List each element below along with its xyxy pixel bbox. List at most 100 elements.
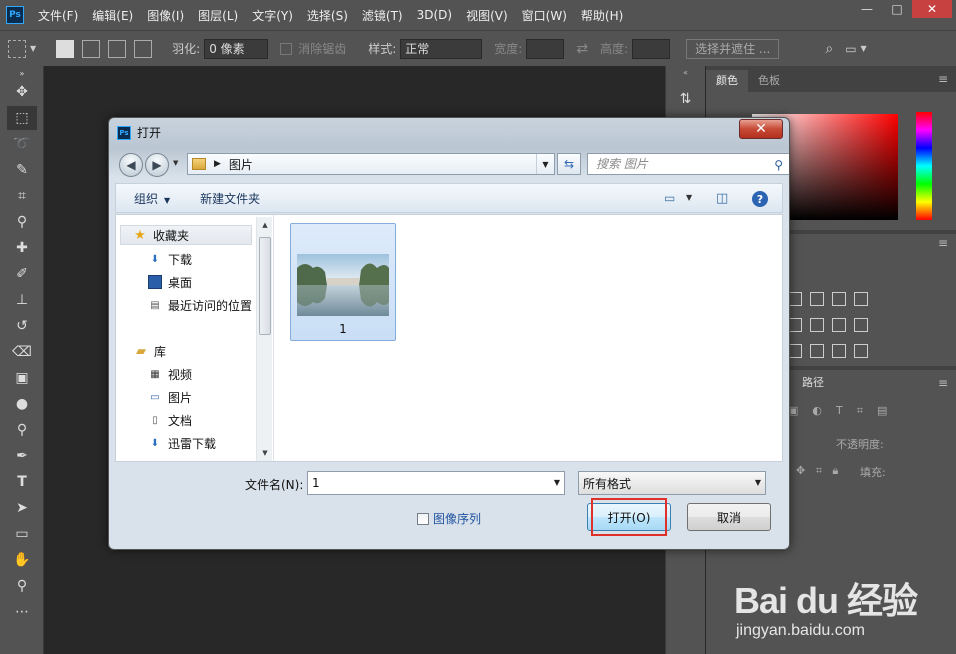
eyedropper-tool-icon[interactable]: ⚲ <box>7 210 37 234</box>
adjustment-icon[interactable] <box>810 292 824 306</box>
menu-layer[interactable]: 图层(L) <box>198 7 238 24</box>
menu-image[interactable]: 图像(I) <box>147 7 184 24</box>
dialog-close-button[interactable]: ✕ <box>739 119 783 139</box>
nav-desktop[interactable]: 桌面 <box>148 272 192 292</box>
subtract-selection-icon[interactable] <box>108 39 127 58</box>
organize-button[interactable]: 组织 ▼ <box>134 190 170 207</box>
address-bar[interactable]: ▶ 图片 ▼ <box>187 153 555 175</box>
smart-filter-icon[interactable]: ▤ <box>877 404 887 417</box>
hue-slider[interactable] <box>916 112 932 220</box>
search-icon[interactable]: ⌕ <box>825 41 833 57</box>
view-chevron-icon[interactable]: ▼ <box>686 193 692 202</box>
panel-menu-icon[interactable]: ≡ <box>938 376 948 390</box>
new-folder-button[interactable]: 新建文件夹 <box>200 190 260 207</box>
history-brush-tool-icon[interactable]: ↺ <box>7 314 37 338</box>
adjustment-icon[interactable] <box>788 318 802 332</box>
help-icon[interactable]: ? <box>752 191 768 207</box>
back-arrow-icon[interactable]: ◀ <box>119 153 143 177</box>
antialias-checkbox[interactable] <box>280 42 293 55</box>
panel-menu-icon[interactable]: ≡ <box>938 236 948 250</box>
forward-arrow-icon[interactable]: ▶ <box>145 153 169 177</box>
adjustment-icon[interactable] <box>788 344 802 358</box>
nav-favorites[interactable]: ★ 收藏夹 <box>120 225 252 245</box>
healing-tool-icon[interactable]: ✚ <box>7 236 37 260</box>
nav-scrollbar[interactable]: ▲ ▼ <box>256 217 272 461</box>
nav-thunder[interactable]: ⬇ 迅雷下载 <box>148 433 216 453</box>
crop-tool-icon[interactable]: ⌗ <box>7 184 37 208</box>
blur-tool-icon[interactable]: ● <box>7 392 37 416</box>
hand-tool-icon[interactable]: ✋ <box>7 548 37 572</box>
menu-view[interactable]: 视图(V) <box>466 7 508 24</box>
workspace-chevron-icon[interactable]: ▼ <box>861 44 867 53</box>
adjustment-icon[interactable] <box>854 318 868 332</box>
menu-type[interactable]: 文字(Y) <box>252 7 293 24</box>
type-filter-icon[interactable]: T <box>836 404 843 417</box>
filename-input[interactable] <box>312 476 542 490</box>
width-field[interactable] <box>526 38 565 59</box>
menu-select[interactable]: 选择(S) <box>307 7 348 24</box>
address-dropdown-icon[interactable]: ▼ <box>536 154 554 174</box>
eraser-tool-icon[interactable]: ⌫ <box>7 340 37 364</box>
feather-field[interactable]: 0 像素 <box>204 38 269 59</box>
close-icon[interactable]: ✕ <box>912 0 952 18</box>
address-crumb[interactable]: 图片 <box>229 156 253 173</box>
nav-recent[interactable]: ▤ 最近访问的位置 <box>148 295 252 315</box>
pen-tool-icon[interactable]: ✒ <box>7 444 37 468</box>
select-and-mask-button[interactable]: 选择并遮住 ... <box>686 38 780 59</box>
breadcrumb-arrow-icon[interactable]: ▶ <box>214 159 221 169</box>
nav-downloads[interactable]: ⬇ 下载 <box>148 249 192 269</box>
adjustment-icon[interactable] <box>832 344 846 358</box>
preview-pane-icon[interactable]: ◫ <box>716 191 728 206</box>
workspace-icon[interactable]: ▭ <box>845 42 856 56</box>
cancel-button[interactable]: 取消 <box>687 503 771 531</box>
lasso-tool-icon[interactable]: ➰ <box>7 132 37 156</box>
adjustment-icon[interactable] <box>854 344 868 358</box>
image-sequence-label[interactable]: 图像序列 <box>433 510 481 527</box>
image-sequence-checkbox[interactable] <box>417 512 429 525</box>
adjustment-icon[interactable] <box>832 292 846 306</box>
adjust-filter-icon[interactable]: ◐ <box>812 404 822 417</box>
nav-videos[interactable]: ▦ 视频 <box>148 364 192 384</box>
tab-paths[interactable]: 路径 <box>802 374 824 390</box>
nav-documents[interactable]: ▯ 文档 <box>148 410 192 430</box>
collapse-icon[interactable]: « <box>666 68 705 77</box>
recent-pages-chevron-icon[interactable]: ▼ <box>173 159 178 167</box>
adjustment-icon[interactable] <box>810 344 824 358</box>
dodge-tool-icon[interactable]: ⚲ <box>7 418 37 442</box>
menu-filter[interactable]: 滤镜(T) <box>362 7 403 24</box>
adjustment-icon[interactable] <box>854 292 868 306</box>
search-icon[interactable]: ⚲ <box>774 158 783 172</box>
view-options-icon[interactable]: ▭ <box>664 191 675 205</box>
menu-3d[interactable]: 3D(D) <box>417 8 452 22</box>
history-panel-icon[interactable]: ⇅ <box>666 91 705 107</box>
lock-move-icon[interactable]: ✥ <box>796 464 805 477</box>
refresh-button[interactable]: ⇆ <box>557 153 581 175</box>
file-item[interactable]: 1 <box>290 223 396 341</box>
filename-dropdown-icon[interactable]: ▼ <box>554 478 560 487</box>
move-tool-icon[interactable]: ✥ <box>7 80 37 104</box>
swap-icon[interactable]: ⇄ <box>576 41 588 57</box>
height-field[interactable] <box>632 38 671 59</box>
minimize-icon[interactable]: — <box>852 0 882 18</box>
path-select-tool-icon[interactable]: ➤ <box>7 496 37 520</box>
nav-pictures[interactable]: ▭ 图片 <box>148 387 192 407</box>
marquee-tool-icon[interactable]: ⬚ <box>7 106 37 130</box>
shape-filter-icon[interactable]: ⌗ <box>857 404 863 417</box>
quick-select-tool-icon[interactable]: ✎ <box>7 158 37 182</box>
panel-menu-icon[interactable]: ≡ <box>938 72 948 86</box>
search-input[interactable] <box>596 157 771 171</box>
lock-artboard-icon[interactable]: ⌗ <box>816 464 822 477</box>
scroll-down-icon[interactable]: ▼ <box>257 445 273 461</box>
zoom-tool-icon[interactable]: ⚲ <box>7 574 37 598</box>
adjustment-icon[interactable] <box>832 318 846 332</box>
nav-libraries[interactable]: ▰ 库 <box>134 341 166 361</box>
add-selection-icon[interactable] <box>82 39 101 58</box>
scroll-up-icon[interactable]: ▲ <box>257 217 273 233</box>
scrollbar-thumb[interactable] <box>259 237 271 335</box>
menu-window[interactable]: 窗口(W) <box>522 7 567 24</box>
style-select[interactable]: 正常 <box>400 38 483 59</box>
brush-tool-icon[interactable]: ✐ <box>7 262 37 286</box>
filetype-select[interactable]: 所有格式 ▼ <box>578 471 766 495</box>
marquee-tool-preset-icon[interactable] <box>8 39 26 58</box>
adjustment-icon[interactable] <box>810 318 824 332</box>
